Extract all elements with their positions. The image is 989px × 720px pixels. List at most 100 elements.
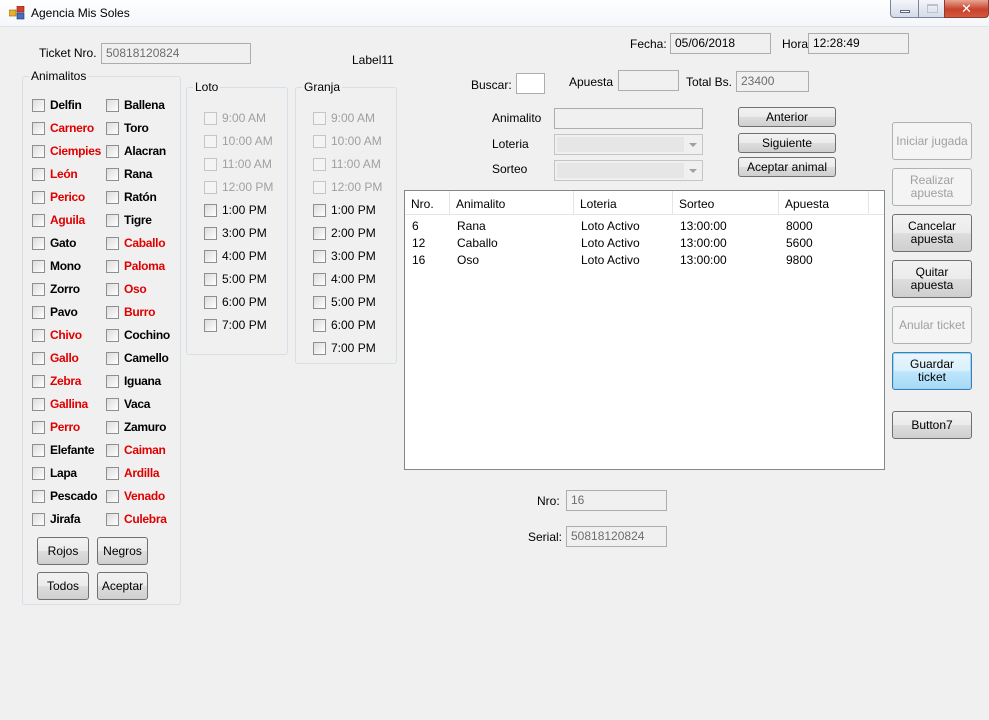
quitar-apuesta-button[interactable]: Quitar apuesta bbox=[892, 260, 972, 298]
animal-checkbox[interactable]: Jirafa bbox=[32, 512, 81, 526]
time-checkbox[interactable]: 5:00 PM bbox=[313, 295, 376, 309]
animal-checkbox[interactable]: Pescado bbox=[32, 489, 98, 503]
realizar-apuesta-button[interactable]: Realizar apuesta bbox=[892, 168, 972, 206]
checkbox-box[interactable] bbox=[313, 295, 326, 309]
animal-checkbox[interactable]: Oso bbox=[106, 282, 147, 296]
animal-checkbox[interactable]: Ratón bbox=[106, 190, 157, 204]
checkbox-box[interactable] bbox=[106, 190, 119, 204]
checkbox-box[interactable] bbox=[313, 134, 326, 148]
time-checkbox[interactable]: 9:00 AM bbox=[204, 111, 266, 125]
animal-checkbox[interactable]: Caiman bbox=[106, 443, 166, 457]
time-checkbox[interactable]: 12:00 PM bbox=[204, 180, 273, 194]
checkbox-box[interactable] bbox=[106, 397, 119, 411]
time-checkbox[interactable]: 10:00 AM bbox=[204, 134, 273, 148]
nro-field[interactable]: 16 bbox=[566, 490, 667, 511]
checkbox-box[interactable] bbox=[204, 318, 217, 332]
aceptar-animalitos-button[interactable]: Aceptar bbox=[97, 572, 148, 600]
time-checkbox[interactable]: 2:00 PM bbox=[313, 226, 376, 240]
checkbox-box[interactable] bbox=[32, 374, 45, 388]
guardar-ticket-button[interactable]: Guardar ticket bbox=[892, 352, 972, 390]
checkbox-box[interactable] bbox=[204, 295, 217, 309]
animal-checkbox[interactable]: Aguila bbox=[32, 213, 85, 227]
time-checkbox[interactable]: 9:00 AM bbox=[313, 111, 375, 125]
checkbox-box[interactable] bbox=[32, 351, 45, 365]
animal-checkbox[interactable]: Ballena bbox=[106, 98, 165, 112]
checkbox-box[interactable] bbox=[32, 512, 45, 526]
animalito-field[interactable] bbox=[554, 108, 703, 129]
checkbox-box[interactable] bbox=[204, 180, 217, 194]
checkbox-box[interactable] bbox=[106, 351, 119, 365]
checkbox-box[interactable] bbox=[32, 236, 45, 250]
checkbox-box[interactable] bbox=[32, 305, 45, 319]
animal-checkbox[interactable]: Burro bbox=[106, 305, 155, 319]
time-checkbox[interactable]: 5:00 PM bbox=[204, 272, 267, 286]
checkbox-box[interactable] bbox=[313, 157, 326, 171]
iniciar-jugada-button[interactable]: Iniciar jugada bbox=[892, 122, 972, 160]
animal-checkbox[interactable]: Zebra bbox=[32, 374, 81, 388]
animal-checkbox[interactable]: Ardilla bbox=[106, 466, 160, 480]
checkbox-box[interactable] bbox=[106, 328, 119, 342]
close-button[interactable]: ✕ bbox=[944, 0, 989, 18]
checkbox-box[interactable] bbox=[313, 272, 326, 286]
checkbox-box[interactable] bbox=[32, 282, 45, 296]
button7[interactable]: Button7 bbox=[892, 411, 972, 439]
checkbox-box[interactable] bbox=[106, 259, 119, 273]
animal-checkbox[interactable]: Lapa bbox=[32, 466, 77, 480]
checkbox-box[interactable] bbox=[204, 111, 217, 125]
animal-checkbox[interactable]: Paloma bbox=[106, 259, 165, 273]
checkbox-box[interactable] bbox=[313, 249, 326, 263]
time-checkbox[interactable]: 4:00 PM bbox=[204, 249, 267, 263]
time-checkbox[interactable]: 3:00 PM bbox=[204, 226, 267, 240]
animal-checkbox[interactable]: Mono bbox=[32, 259, 81, 273]
checkbox-box[interactable] bbox=[106, 305, 119, 319]
column-header-nro[interactable]: Nro. bbox=[405, 191, 450, 215]
ticket-number-field[interactable]: 50818120824 bbox=[101, 43, 251, 64]
cancelar-apuesta-button[interactable]: Cancelar apuesta bbox=[892, 214, 972, 252]
animal-checkbox[interactable]: Delfin bbox=[32, 98, 82, 112]
anular-ticket-button[interactable]: Anular ticket bbox=[892, 306, 972, 344]
animal-checkbox[interactable]: León bbox=[32, 167, 78, 181]
time-checkbox[interactable]: 4:00 PM bbox=[313, 272, 376, 286]
checkbox-box[interactable] bbox=[32, 420, 45, 434]
animal-checkbox[interactable]: Ciempies bbox=[32, 144, 101, 158]
animal-checkbox[interactable]: Gato bbox=[32, 236, 76, 250]
checkbox-box[interactable] bbox=[106, 489, 119, 503]
bets-list[interactable]: Nro. Animalito Loteria Sorteo Apuesta 6 R… bbox=[404, 190, 885, 470]
anterior-button[interactable]: Anterior bbox=[738, 107, 836, 127]
rojos-button[interactable]: Rojos bbox=[37, 537, 89, 565]
animal-checkbox[interactable]: Tigre bbox=[106, 213, 152, 227]
checkbox-box[interactable] bbox=[313, 180, 326, 194]
time-checkbox[interactable]: 1:00 PM bbox=[313, 203, 376, 217]
checkbox-box[interactable] bbox=[204, 272, 217, 286]
checkbox-box[interactable] bbox=[313, 341, 326, 355]
checkbox-box[interactable] bbox=[32, 167, 45, 181]
checkbox-box[interactable] bbox=[32, 144, 45, 158]
buscar-input[interactable] bbox=[516, 73, 545, 94]
animal-checkbox[interactable]: Gallo bbox=[32, 351, 79, 365]
checkbox-box[interactable] bbox=[204, 134, 217, 148]
sorteo-combo[interactable] bbox=[554, 160, 703, 181]
checkbox-box[interactable] bbox=[106, 98, 119, 112]
checkbox-box[interactable] bbox=[106, 167, 119, 181]
animal-checkbox[interactable]: Chivo bbox=[32, 328, 82, 342]
time-checkbox[interactable]: 6:00 PM bbox=[313, 318, 376, 332]
serial-field[interactable]: 50818120824 bbox=[566, 526, 667, 547]
checkbox-box[interactable] bbox=[32, 98, 45, 112]
time-checkbox[interactable]: 11:00 AM bbox=[204, 157, 272, 171]
animal-checkbox[interactable]: Zamuro bbox=[106, 420, 167, 434]
animal-checkbox[interactable]: Perico bbox=[32, 190, 85, 204]
checkbox-box[interactable] bbox=[106, 213, 119, 227]
checkbox-box[interactable] bbox=[313, 111, 326, 125]
column-header-animalito[interactable]: Animalito bbox=[450, 191, 574, 215]
negros-button[interactable]: Negros bbox=[97, 537, 148, 565]
animal-checkbox[interactable]: Iguana bbox=[106, 374, 161, 388]
animal-checkbox[interactable]: Venado bbox=[106, 489, 165, 503]
animal-checkbox[interactable]: Perro bbox=[32, 420, 80, 434]
time-checkbox[interactable]: 7:00 PM bbox=[204, 318, 267, 332]
time-checkbox[interactable]: 6:00 PM bbox=[204, 295, 267, 309]
todos-button[interactable]: Todos bbox=[37, 572, 89, 600]
checkbox-box[interactable] bbox=[106, 466, 119, 480]
apuesta-field[interactable] bbox=[618, 70, 679, 91]
animal-checkbox[interactable]: Gallina bbox=[32, 397, 88, 411]
aceptar-animal-button[interactable]: Aceptar animal bbox=[738, 157, 836, 177]
